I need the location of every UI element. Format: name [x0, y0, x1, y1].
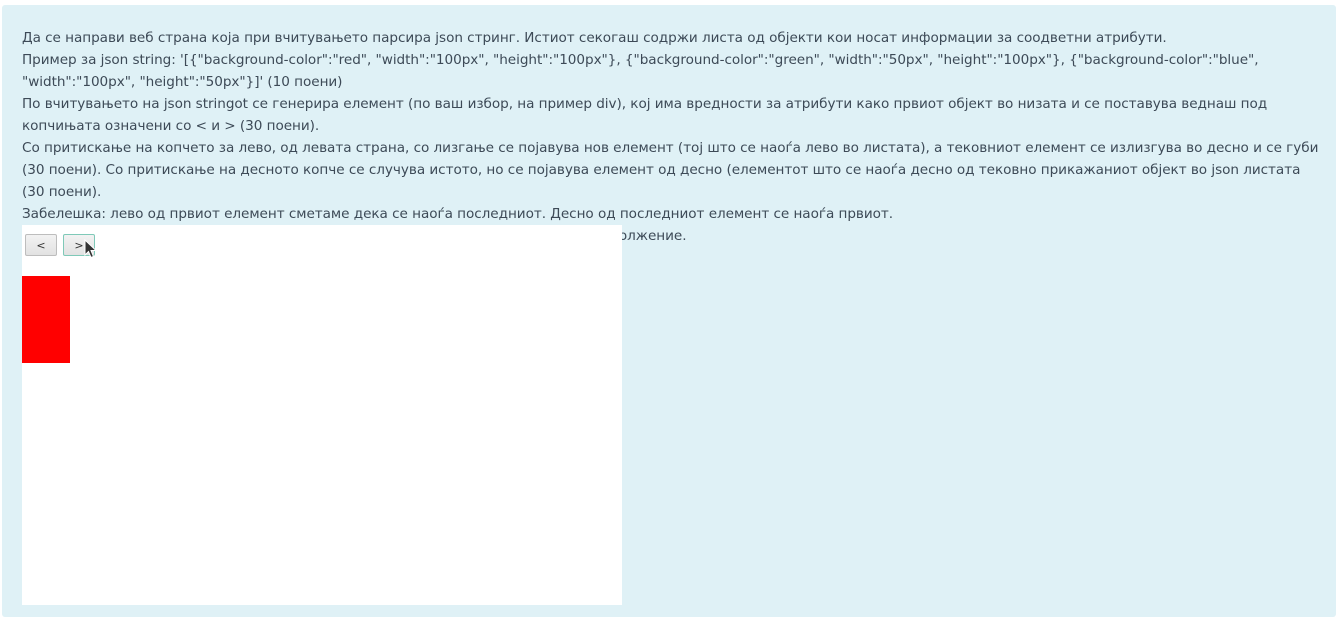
paragraph-json-example: Пример за json string: '[{"background-co… [22, 52, 1259, 90]
paragraph-intro: Да се направи веб страна која при вчитув… [22, 30, 1167, 46]
paragraph-note: Забелешка: лево од првиот елемент сметам… [22, 206, 894, 222]
task-panel: Да се направи веб страна која при вчитув… [2, 5, 1336, 617]
demo-gif-area: < > [22, 225, 622, 605]
prev-button[interactable]: < [25, 234, 57, 256]
current-slide-element [22, 276, 70, 363]
mouse-pointer-icon [84, 239, 98, 259]
paragraph-element-generation: По вчитувањето на json stringot се генер… [22, 96, 1268, 134]
paragraph-button-behavior: Со притискање на копчето за лево, од лев… [22, 140, 1319, 200]
task-description: Да се направи веб страна која при вчитув… [22, 27, 1322, 247]
